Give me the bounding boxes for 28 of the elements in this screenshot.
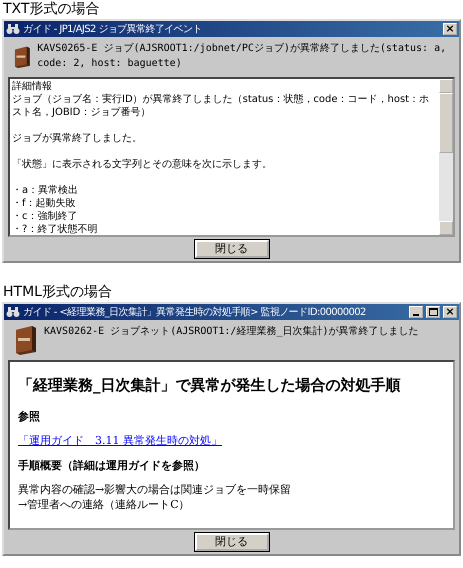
guide-link[interactable]: 「運用ガイド 3.11 異常発生時の対処」 — [18, 433, 222, 450]
close-dialog-button[interactable]: 閉じる — [194, 533, 268, 551]
section-label: 参照 — [18, 408, 41, 424]
section-caption: TXT形式の場合 — [2, 0, 100, 18]
message-text: KAVS0262-E ジョブネット(AJSROOT1:/経理業務_日次集計)が異常終了しました — [44, 324, 418, 339]
message-text: KAVS0265-E ジョブ(AJSROOT1:/jobnet/PCジョブ)が異常終了しました(status: a, code: 2, host: baguette) — [37, 42, 448, 71]
body-paragraph: 異常内容の確認→影響大の場合は関連ジョブを一時保留 →管理者への連絡（連絡ルートC） — [18, 482, 292, 512]
page-heading: 「経理業務_日次集計」で異常が発生した場合の対処手順 — [18, 375, 402, 396]
close-button[interactable]: × — [443, 306, 457, 318]
text-line: ・c：強制終了 — [12, 210, 78, 223]
text-line: 「状態」に表示される文字列とその意味を次に示します。 — [12, 158, 273, 171]
binoculars-icon — [6, 306, 20, 318]
maximize-button[interactable] — [426, 306, 440, 318]
text-line: ジョブ（ジョブ名：実行ID）が異常終了しました（status：状態，code：コード，host：ホスト名，JOBID：ジョブ番号） — [12, 93, 430, 119]
window-title: ガイド - JP1/AJS2 ジョブ異常終了イベント — [23, 22, 203, 36]
section-caption: HTML形式の場合 — [2, 283, 113, 301]
text-line: ・?：終了状態不明 — [12, 223, 98, 236]
text-line: ・f：起動失敗 — [12, 197, 77, 210]
section-label: 手順概要（詳細は運用ガイドを参照） — [18, 458, 206, 474]
window-title: ガイド - <経理業務_日次集計」異常発生時の対処手順> 監視ノードID:00000002 — [23, 306, 367, 320]
text-line: 詳細情報 — [12, 80, 53, 93]
text-line: ・a：異常検出 — [12, 184, 80, 197]
close-dialog-button[interactable]: 閉じる — [194, 240, 268, 258]
minimize-button[interactable] — [409, 306, 423, 318]
binoculars-icon — [6, 23, 20, 35]
maximize-icon — [428, 308, 438, 316]
close-button[interactable]: × — [443, 23, 457, 35]
text-line: ジョブが異常終了しました。 — [12, 132, 143, 145]
